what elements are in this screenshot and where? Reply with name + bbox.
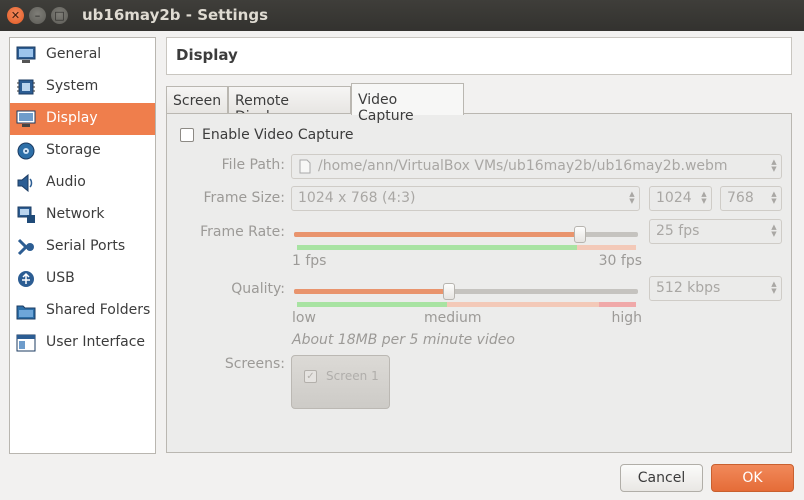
file-path-value: /home/ann/VirtualBox VMs/ub16may2b/ub16m… [318,158,728,174]
maximize-icon: □ [54,9,65,22]
close-icon: ✕ [10,9,21,22]
quality-value: 512 kbps [656,280,721,296]
sidebar-item-label: Display [46,110,98,126]
serial-port-icon [17,238,34,256]
chip-icon [17,79,35,95]
frame-size-select[interactable]: 1024 x 768 (4:3) ▲ ▼ [291,186,640,211]
close-window-button[interactable]: ✕ [7,7,24,24]
disk-icon [17,142,35,160]
quality-high-label: high [611,310,642,326]
display-icon [16,110,36,127]
frame-rate-spinbox[interactable]: 25 fps ▲ ▼ [649,219,782,244]
frame-height-spinbox[interactable]: 768 ▲ ▼ [720,186,782,211]
quality-zone-medium [447,302,599,307]
slider-fill [294,289,449,294]
speaker-icon [17,174,33,192]
tab-screen[interactable]: Screen [166,86,228,114]
folder-icon [16,305,36,320]
tab-video-capture[interactable]: Video Capture [351,83,464,124]
window-title: ub16may2b - Settings [82,6,269,24]
dropdown-arrows-icon: ▲ ▼ [629,190,635,205]
frame-rate-zone-good [297,245,577,250]
screen-1-checkbox[interactable]: ✓ [304,370,317,383]
ok-button[interactable]: OK [711,464,794,492]
spin-arrows-icon: ▲ ▼ [771,190,777,205]
sidebar-item-label: Network [46,206,105,222]
spin-arrows-icon: ▲ ▼ [701,190,707,205]
size-estimate-text: About 18MB per 5 minute video [292,332,515,348]
quality-zone-high [599,302,636,307]
quality-zone-low [297,302,447,307]
sidebar-item-label: Shared Folders [46,302,151,318]
usb-icon [18,271,34,287]
frame-height-value: 768 [727,190,754,206]
sidebar-item-storage[interactable]: Storage [10,135,155,167]
maximize-window-button[interactable]: □ [51,7,68,24]
screen-1-label: Screen 1 [326,369,379,383]
page-title: Display [176,46,238,64]
screens-list: ✓ Screen 1 [291,355,390,409]
quality-slider[interactable] [294,283,638,300]
frame-rate-value: 25 fps [656,223,700,239]
frame-rate-slider-handle[interactable] [574,226,586,243]
frame-size-value: 1024 x 768 (4:3) [298,190,416,206]
sidebar-item-label: USB [46,270,75,286]
sidebar-item-user-interface[interactable]: User Interface [10,327,155,359]
sidebar-item-label: Audio [46,174,86,190]
file-icon [299,159,311,174]
quality-medium-label: medium [424,310,482,326]
spin-arrows-icon: ▲ ▼ [771,280,777,295]
spin-arrows-icon: ▲ ▼ [771,223,777,238]
settings-sidebar: General System Display Storage Audio Net… [9,37,156,454]
window-icon [16,334,36,352]
file-path-label: File Path: [221,157,285,173]
frame-rate-min-label: 1 fps [292,253,327,269]
minimize-window-button[interactable]: – [29,7,46,24]
sidebar-item-audio[interactable]: Audio [10,167,155,199]
sidebar-item-display[interactable]: Display [10,103,155,135]
minimize-icon: – [34,9,41,22]
quality-slider-handle[interactable] [443,283,455,300]
page-header: Display [166,37,792,75]
dropdown-arrows-icon: ▲ ▼ [771,158,777,173]
sidebar-item-label: User Interface [46,334,146,350]
sidebar-item-network[interactable]: Network [10,199,155,231]
title-bar: ✕ – □ ub16may2b - Settings [0,0,804,31]
frame-size-label: Frame Size: [203,190,285,206]
monitor-general-icon [16,46,36,63]
frame-rate-max-label: 30 fps [598,253,642,269]
sidebar-item-label: Serial Ports [46,238,126,254]
slider-fill [294,232,580,237]
cancel-button[interactable]: Cancel [620,464,703,492]
sidebar-item-general[interactable]: General [10,39,155,71]
frame-rate-label: Frame Rate: [200,224,285,240]
frame-rate-slider[interactable] [294,226,638,243]
sidebar-item-serial-ports[interactable]: Serial Ports [10,231,155,263]
frame-width-value: 1024 [656,190,692,206]
file-path-selector[interactable]: /home/ann/VirtualBox VMs/ub16may2b/ub16m… [291,154,782,179]
frame-width-spinbox[interactable]: 1024 ▲ ▼ [649,186,712,211]
tab-remote-display[interactable]: Remote Display [228,86,351,125]
sidebar-item-shared-folders[interactable]: Shared Folders [10,295,155,327]
screens-label: Screens: [224,356,285,372]
sidebar-item-label: General [46,46,102,62]
enable-video-capture-label[interactable]: Enable Video Capture [202,127,353,143]
sidebar-item-label: System [46,78,99,94]
quality-spinbox[interactable]: 512 kbps ▲ ▼ [649,276,782,301]
network-icon [17,206,35,223]
enable-video-capture-checkbox[interactable] [180,128,194,142]
sidebar-item-label: Storage [46,142,101,158]
quality-label: Quality: [231,281,285,297]
sidebar-item-usb[interactable]: USB [10,263,155,295]
sidebar-item-system[interactable]: System [10,71,155,103]
frame-rate-zone-high [577,245,636,250]
quality-low-label: low [292,310,316,326]
